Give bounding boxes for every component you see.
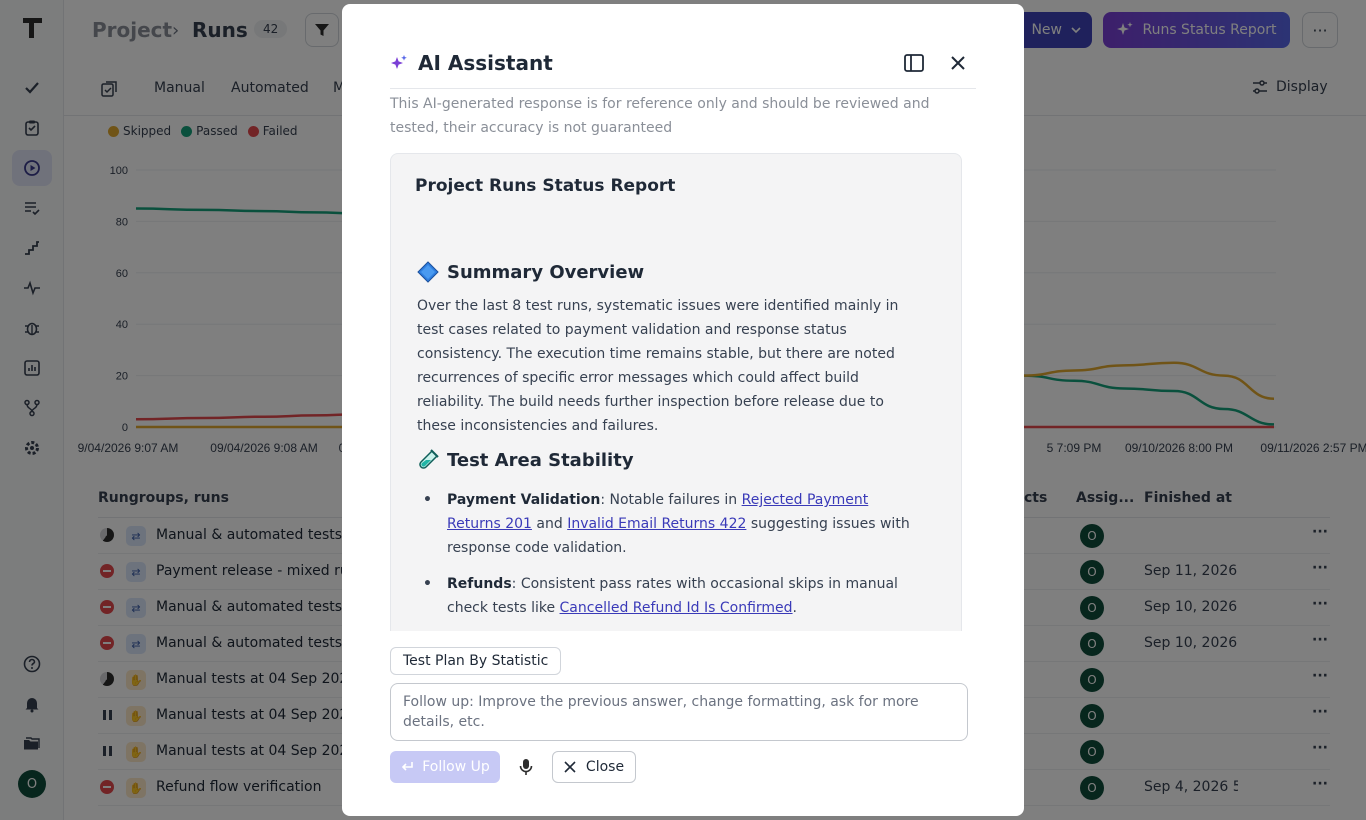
summary-text: Over the last 8 test runs, systematic is… <box>417 298 899 434</box>
disclaimer-text: This AI-generated response is for refere… <box>390 96 930 136</box>
bullet-payment-label: Payment Validation <box>447 492 601 508</box>
stability-heading-label: Test Area Stability <box>447 449 634 471</box>
close-button[interactable]: Close <box>552 751 636 783</box>
suggestion-chip[interactable]: Test Plan By Statistic <box>390 647 562 675</box>
summary-heading: Summary Overview <box>417 261 644 283</box>
dialog-title: AI Assistant <box>418 51 553 75</box>
diamond-icon <box>417 261 439 283</box>
stability-heading: Test Area Stability <box>417 449 634 471</box>
bullet-refunds: Refunds: Consistent pass rates with occa… <box>423 572 917 620</box>
test-tube-icon <box>419 449 439 469</box>
summary-heading-label: Summary Overview <box>447 261 645 283</box>
bullet-payment-text-1: : Notable failures in <box>600 492 742 508</box>
follow-up-input[interactable] <box>390 683 968 741</box>
report-content[interactable]: Project Runs Status Report Summary Overv… <box>390 153 962 631</box>
microphone-button[interactable] <box>514 755 538 779</box>
link-cancelled-refund[interactable]: Cancelled Refund Id Is Confirmed <box>560 600 793 616</box>
divider <box>390 88 976 89</box>
enter-icon <box>402 762 414 771</box>
bullet-refunds-label: Refunds <box>447 576 512 592</box>
report-title: Project Runs Status Report <box>415 176 676 196</box>
close-icon[interactable] <box>946 51 970 75</box>
sparkle-icon <box>391 55 407 69</box>
side-panel-icon[interactable] <box>902 51 926 75</box>
microphone-icon <box>519 759 533 775</box>
follow-up-button[interactable]: Follow Up <box>390 751 500 783</box>
follow-up-label: Follow Up <box>422 759 490 775</box>
link-invalid-email[interactable]: Invalid Email Returns 422 <box>567 516 746 532</box>
bullet-refunds-text-2: . <box>792 600 797 616</box>
bullet-payment-validation: Payment Validation: Notable failures in … <box>423 488 917 560</box>
bullet-payment-text-2: and <box>531 516 568 532</box>
close-label: Close <box>585 759 625 775</box>
ai-assistant-dialog: AI Assistant This AI-generated response … <box>342 4 1024 816</box>
close-icon <box>564 761 576 773</box>
